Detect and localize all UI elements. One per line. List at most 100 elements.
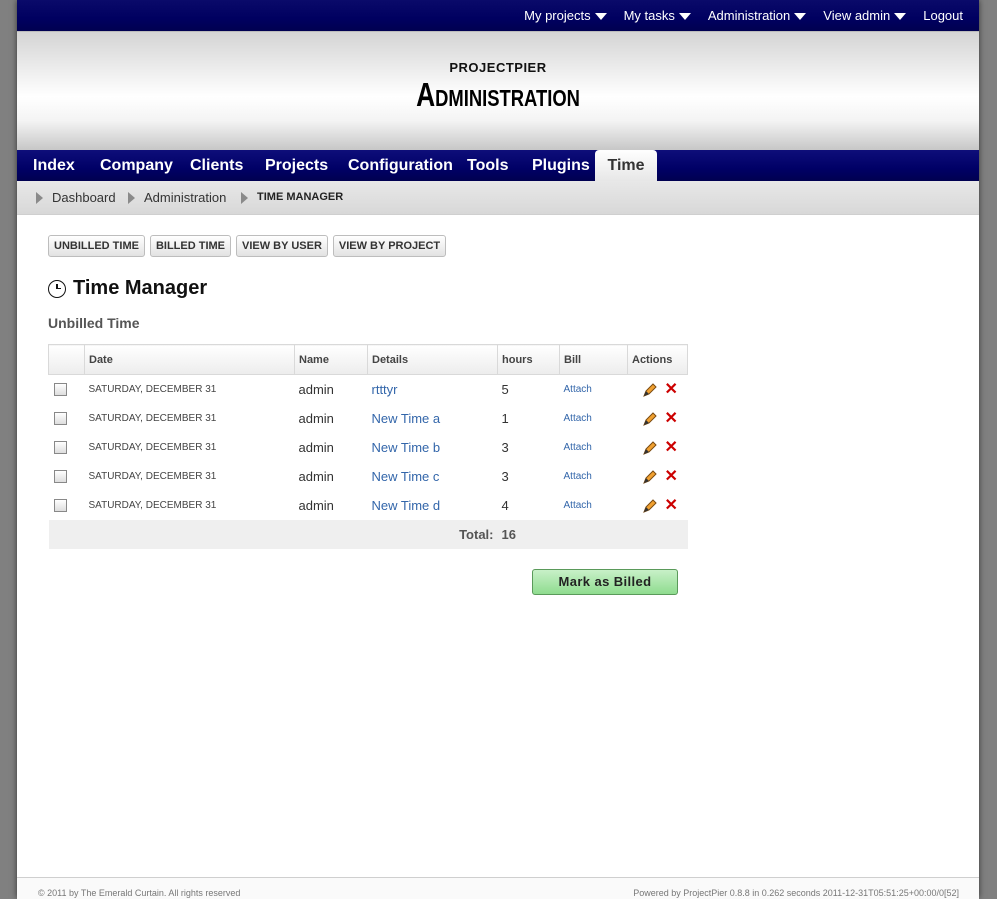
my-tasks-label: My tasks (623, 8, 675, 23)
breadcrumb-administration[interactable]: Administration (128, 181, 226, 214)
breadcrumb-administration-label: Administration (144, 190, 227, 205)
tab-clients[interactable]: Clients (190, 150, 243, 181)
mark-as-billed-button[interactable]: Mark as Billed (532, 569, 678, 595)
my-projects-label: My projects (524, 8, 591, 23)
name-cell: admin (298, 440, 334, 455)
date-cell: SATURDAY, DECEMBER 31 (88, 384, 217, 395)
column-header-select (48, 344, 85, 375)
row-select-cell (49, 462, 85, 491)
column-header-date: Date (84, 344, 295, 375)
attach-link[interactable]: Attach (560, 462, 628, 491)
filter-buttons: UNBILLED TIME BILLED TIME VIEW BY USER V… (48, 235, 451, 257)
pencil-icon[interactable] (642, 498, 658, 514)
logout-link[interactable]: Logout (923, 8, 963, 23)
row-select-cell (49, 375, 85, 405)
name-cell: admin (298, 411, 334, 426)
chevron-down-icon (594, 13, 607, 20)
footer-powered-by: Powered by ProjectPier 0.8.8 in 0.262 se… (633, 888, 959, 898)
breadcrumb-current-label: TIME MANAGER (257, 191, 344, 203)
hours-cell: 5 (501, 382, 509, 397)
tab-plugins[interactable]: Plugins (532, 150, 590, 181)
attach-link[interactable]: Attach (560, 404, 628, 433)
date-cell: SATURDAY, DECEMBER 31 (88, 500, 217, 511)
delete-x-icon[interactable]: ✕ (665, 468, 678, 485)
top-menu: My projects My tasks Administration View… (507, 0, 963, 31)
row-checkbox[interactable] (53, 412, 67, 425)
tab-tools[interactable]: Tools (467, 150, 508, 181)
delete-x-icon[interactable]: ✕ (665, 497, 678, 514)
my-tasks-menu[interactable]: My tasks (624, 8, 691, 23)
billed-time-button[interactable]: BILLED TIME (149, 235, 232, 257)
details-link[interactable]: New Time c (368, 462, 498, 491)
tab-index[interactable]: Index (33, 150, 75, 181)
clock-icon (48, 279, 66, 298)
actions-cell: ✕ (628, 491, 688, 520)
triangle-right-icon (241, 191, 248, 204)
date-cell: SATURDAY, DECEMBER 31 (88, 471, 217, 482)
actions-cell: ✕ (628, 404, 688, 433)
pencil-icon[interactable] (642, 411, 658, 427)
attach-link[interactable]: Attach (560, 491, 628, 520)
table-row: SATURDAY, DECEMBER 31 admin rtttyr 5 Att… (49, 375, 688, 405)
row-checkbox[interactable] (53, 441, 67, 454)
footer: © 2011 by The Emerald Curtain. All right… (17, 877, 979, 899)
row-select-cell (49, 491, 85, 520)
page-frame: My projects My tasks Administration View… (17, 0, 979, 899)
tab-time[interactable]: Time (595, 150, 657, 182)
chevron-down-icon (794, 13, 807, 20)
administration-label: Administration (707, 8, 791, 23)
details-link[interactable]: New Time b (368, 433, 498, 462)
attach-link[interactable]: Attach (560, 433, 628, 462)
column-header-details: Details (367, 344, 498, 375)
my-projects-menu[interactable]: My projects (524, 8, 607, 23)
table-row: SATURDAY, DECEMBER 31 admin New Time d 4… (49, 491, 688, 520)
unbilled-time-button[interactable]: UNBILLED TIME (48, 235, 145, 257)
title-row: Time Manager (48, 277, 207, 300)
actions-cell: ✕ (628, 462, 688, 491)
administration-menu[interactable]: Administration (707, 8, 807, 23)
header: PROJECTPIER Administration (17, 32, 979, 150)
hours-cell: 1 (501, 411, 509, 426)
view-by-project-button[interactable]: VIEW BY PROJECT (332, 235, 447, 257)
breadcrumb-dashboard-label: Dashboard (52, 190, 116, 205)
tab-configuration[interactable]: Configuration (348, 150, 453, 181)
pencil-icon[interactable] (642, 382, 658, 398)
delete-x-icon[interactable]: ✕ (665, 439, 678, 456)
top-bar: My projects My tasks Administration View… (17, 0, 979, 32)
view-admin-menu[interactable]: View admin (823, 8, 907, 23)
name-cell: admin (298, 382, 334, 397)
attach-link[interactable]: Attach (560, 375, 628, 405)
pencil-icon[interactable] (642, 469, 658, 485)
row-checkbox[interactable] (53, 499, 67, 512)
pencil-icon[interactable] (642, 440, 658, 456)
triangle-right-icon (128, 191, 135, 204)
page-heading: Administration (416, 76, 580, 113)
delete-x-icon[interactable]: ✕ (665, 381, 678, 398)
details-link[interactable]: New Time d (368, 491, 498, 520)
table-row: SATURDAY, DECEMBER 31 admin New Time a 1… (49, 404, 688, 433)
row-select-cell (49, 404, 85, 433)
total-value: 16 (497, 520, 688, 549)
column-header-hours: hours (497, 344, 560, 375)
details-link[interactable]: New Time a (368, 404, 498, 433)
date-cell: SATURDAY, DECEMBER 31 (88, 442, 217, 453)
row-checkbox[interactable] (53, 470, 67, 483)
column-header-name: Name (294, 344, 368, 375)
delete-x-icon[interactable]: ✕ (665, 410, 678, 427)
table-row: SATURDAY, DECEMBER 31 admin New Time b 3… (49, 433, 688, 462)
row-checkbox[interactable] (53, 383, 67, 396)
column-header-actions: Actions (627, 344, 688, 375)
tab-projects[interactable]: Projects (265, 150, 328, 181)
chevron-down-icon (678, 13, 691, 20)
breadcrumb: Dashboard Administration TIME MANAGER (17, 181, 979, 215)
logout-label: Logout (923, 8, 963, 23)
breadcrumb-dashboard[interactable]: Dashboard (36, 181, 116, 214)
details-link[interactable]: rtttyr (368, 375, 498, 405)
breadcrumb-current: TIME MANAGER (241, 181, 343, 214)
tab-company[interactable]: Company (100, 150, 173, 181)
actions-cell: ✕ (628, 375, 688, 405)
date-cell: SATURDAY, DECEMBER 31 (88, 413, 217, 424)
view-by-user-button[interactable]: VIEW BY USER (236, 235, 328, 257)
view-admin-label: View admin (823, 8, 891, 23)
hours-cell: 3 (501, 469, 509, 484)
